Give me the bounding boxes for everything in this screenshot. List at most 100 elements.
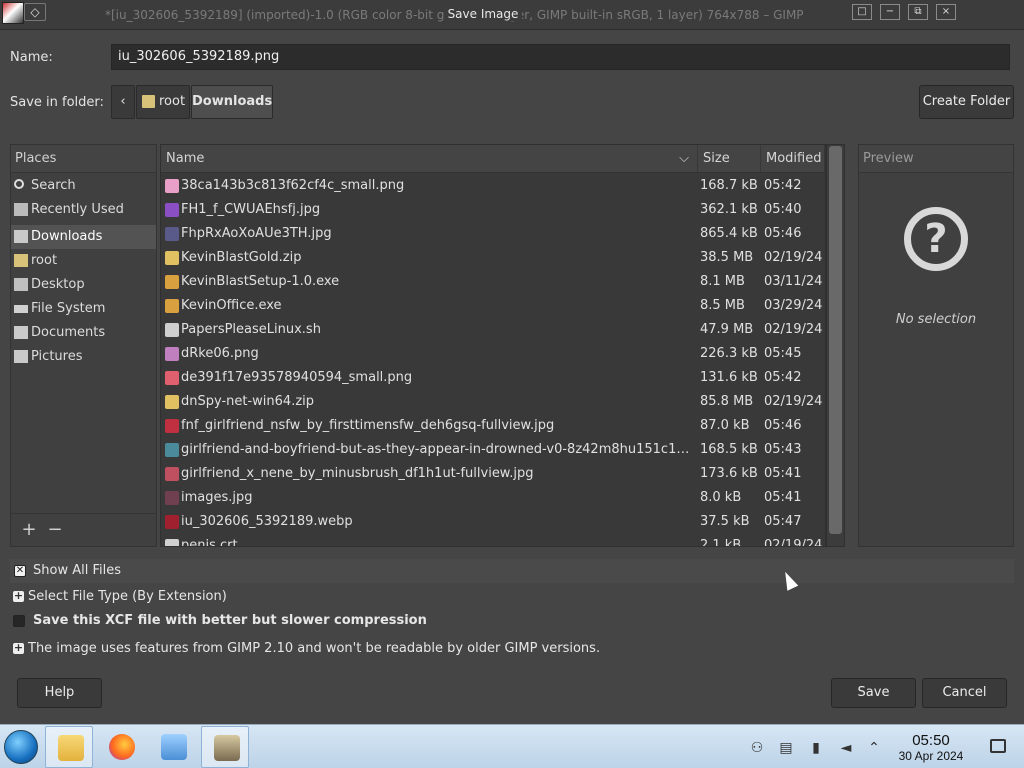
column-header-modified[interactable]: Modified bbox=[761, 145, 825, 173]
column-header-size[interactable]: Size bbox=[698, 145, 761, 173]
file-row[interactable]: KevinBlastSetup-1.0.exe 8.1 MB 03/11/24 bbox=[161, 270, 825, 294]
scrollbar-thumb[interactable] bbox=[829, 146, 842, 534]
place-desktop[interactable]: Desktop bbox=[11, 273, 156, 297]
network-icon[interactable]: ⚇ bbox=[749, 740, 765, 756]
clock-time[interactable]: 05:50 bbox=[900, 732, 962, 749]
file-row[interactable]: images.jpg 8.0 kB 05:41 bbox=[161, 486, 825, 510]
place-documents[interactable]: Documents bbox=[11, 321, 156, 345]
search-icon bbox=[14, 179, 24, 189]
file-row[interactable]: KevinBlastGold.zip 38.5 MB 02/19/24 bbox=[161, 246, 825, 270]
file-thumbnail-icon bbox=[165, 299, 179, 313]
file-size: 8.5 MB bbox=[700, 298, 745, 313]
add-bookmark-button[interactable]: + bbox=[19, 520, 39, 540]
file-row[interactable]: 38ca143b3c813f62cf4c_small.png 168.7 kB 05… bbox=[161, 174, 825, 198]
file-row[interactable]: PapersPleaseLinux.sh 47.9 MB 02/19/24 bbox=[161, 318, 825, 342]
column-name-label: Name bbox=[166, 151, 205, 166]
remove-bookmark-button[interactable]: − bbox=[45, 520, 65, 540]
file-size: 8.0 kB bbox=[700, 490, 742, 505]
place-pictures[interactable]: Pictures bbox=[11, 345, 156, 369]
path-back-button[interactable]: ‹ bbox=[111, 85, 135, 119]
minimize-button[interactable]: − bbox=[880, 4, 900, 20]
file-name: KevinBlastSetup-1.0.exe bbox=[181, 274, 340, 289]
help-button[interactable]: Help bbox=[17, 678, 102, 708]
clock-date[interactable]: 30 Apr 2024 bbox=[888, 749, 974, 763]
better-compression-checkbox[interactable] bbox=[13, 615, 25, 627]
shade-button[interactable]: □ bbox=[852, 4, 872, 20]
file-name: PapersPleaseLinux.sh bbox=[181, 322, 321, 337]
battery-icon[interactable]: ▮ bbox=[808, 740, 824, 756]
place-file-system[interactable]: File System bbox=[11, 297, 156, 321]
file-row[interactable]: de391f17e93578940594_small.png 131.6 kB 05… bbox=[161, 366, 825, 390]
compat-expander-icon[interactable]: + bbox=[13, 642, 24, 654]
create-folder-button[interactable]: Create Folder bbox=[919, 85, 1014, 119]
place-label: Downloads bbox=[31, 229, 103, 244]
show-desktop-button[interactable] bbox=[990, 739, 1006, 753]
column-header-name[interactable]: Name ⌵ bbox=[161, 145, 698, 173]
file-name: FhpRxAoXoAUe3TH.jpg bbox=[181, 226, 332, 241]
better-compression-label: Save this XCF file with better but slowe… bbox=[33, 613, 427, 628]
preview-pane: Preview ? No selection bbox=[858, 144, 1014, 547]
file-row[interactable]: iu_302606_5392189.webp 37.5 kB 05:47 bbox=[161, 510, 825, 534]
desktop-icon bbox=[14, 278, 28, 291]
title-bar[interactable]: ◇ *[iu_302606_5392189] (imported)-1.0 (R… bbox=[0, 0, 1024, 30]
place-recently-used[interactable]: Recently Used bbox=[11, 198, 156, 222]
file-row[interactable]: penis.crt 2.1 kB 02/19/24 bbox=[161, 534, 825, 547]
file-modified: 02/19/24 bbox=[764, 394, 823, 409]
file-row[interactable]: FH1_f_CWUAEhsfj.jpg 362.1 kB 05:40 bbox=[161, 198, 825, 222]
place-search[interactable]: Search bbox=[11, 174, 156, 198]
file-row[interactable]: girlfriend-and-boyfriend-but-as-they-app… bbox=[161, 438, 825, 462]
window-title: Save Image bbox=[443, 7, 523, 21]
file-row[interactable]: dnSpy-net-win64.zip 85.8 MB 02/19/24 bbox=[161, 390, 825, 414]
show-all-files-row[interactable]: ✕ Show All Files bbox=[10, 559, 1014, 583]
place-label: File System bbox=[31, 301, 106, 316]
file-list-scrollbar[interactable] bbox=[826, 144, 845, 547]
show-all-files-checkbox[interactable]: ✕ bbox=[14, 565, 26, 577]
file-row[interactable]: KevinOffice.exe 8.5 MB 03/29/24 bbox=[161, 294, 825, 318]
path-crumb-root[interactable]: root bbox=[136, 85, 190, 119]
start-button[interactable] bbox=[4, 730, 38, 764]
preview-header: Preview bbox=[859, 145, 1013, 173]
file-row[interactable]: fnf_girlfriend_nsfw_by_firsttimensfw_deh… bbox=[161, 414, 825, 438]
file-thumbnail-icon bbox=[165, 323, 179, 337]
file-size: 8.1 MB bbox=[700, 274, 745, 289]
file-modified: 05:46 bbox=[764, 226, 802, 241]
clipboard-icon[interactable]: ▤ bbox=[778, 740, 794, 756]
compat-notice-expander[interactable]: The image uses features from GIMP 2.10 a… bbox=[28, 641, 600, 656]
file-modified: 05:41 bbox=[764, 466, 802, 481]
file-thumbnail-icon bbox=[165, 515, 179, 529]
file-thumbnail-icon bbox=[165, 179, 179, 193]
file-thumbnail-icon bbox=[165, 443, 179, 457]
taskbar-gimp[interactable] bbox=[201, 726, 249, 768]
save-button[interactable]: Save bbox=[831, 678, 916, 708]
volume-muted-icon[interactable]: ◄ bbox=[838, 740, 854, 756]
file-row[interactable]: FhpRxAoXoAUe3TH.jpg 865.4 kB 05:46 bbox=[161, 222, 825, 246]
file-row[interactable]: dRke06.png 226.3 kB 05:45 bbox=[161, 342, 825, 366]
file-manager-icon bbox=[58, 735, 84, 761]
file-row[interactable]: girlfriend_x_nene_by_minusbrush_df1h1ut-… bbox=[161, 462, 825, 486]
file-name: de391f17e93578940594_small.png bbox=[181, 370, 413, 385]
place-label: Recently Used bbox=[31, 202, 124, 217]
folder-icon bbox=[14, 326, 28, 339]
file-modified: 05:47 bbox=[764, 514, 802, 529]
file-name: penis.crt bbox=[181, 538, 238, 547]
firefox-icon bbox=[109, 734, 135, 760]
file-thumbnail-icon bbox=[165, 467, 179, 481]
path-crumb-downloads[interactable]: Downloads bbox=[191, 85, 273, 119]
filename-input[interactable]: iu_302606_5392189.png bbox=[111, 44, 1010, 70]
select-file-type-expander[interactable]: Select File Type (By Extension) bbox=[28, 589, 227, 604]
file-size: 168.7 kB bbox=[700, 178, 758, 193]
cancel-button[interactable]: Cancel bbox=[922, 678, 1007, 708]
place-label: Search bbox=[31, 178, 76, 193]
taskbar-file-manager[interactable] bbox=[45, 726, 93, 768]
chevron-up-icon[interactable]: ⌃ bbox=[866, 740, 882, 756]
taskbar-firefox[interactable] bbox=[97, 726, 145, 768]
file-name: KevinOffice.exe bbox=[181, 298, 282, 313]
file-list[interactable]: Name ⌵ Size Modified 38ca143b3c813f62cf4… bbox=[160, 144, 826, 547]
file-name: FH1_f_CWUAEhsfj.jpg bbox=[181, 202, 321, 217]
taskbar-control-panel[interactable] bbox=[149, 726, 197, 768]
place-root[interactable]: root bbox=[11, 249, 156, 273]
file-type-expander-icon[interactable]: + bbox=[13, 590, 24, 602]
restore-button[interactable]: ⧉ bbox=[908, 4, 928, 20]
close-button[interactable]: × bbox=[936, 4, 956, 20]
place-downloads[interactable]: Downloads bbox=[11, 225, 156, 249]
